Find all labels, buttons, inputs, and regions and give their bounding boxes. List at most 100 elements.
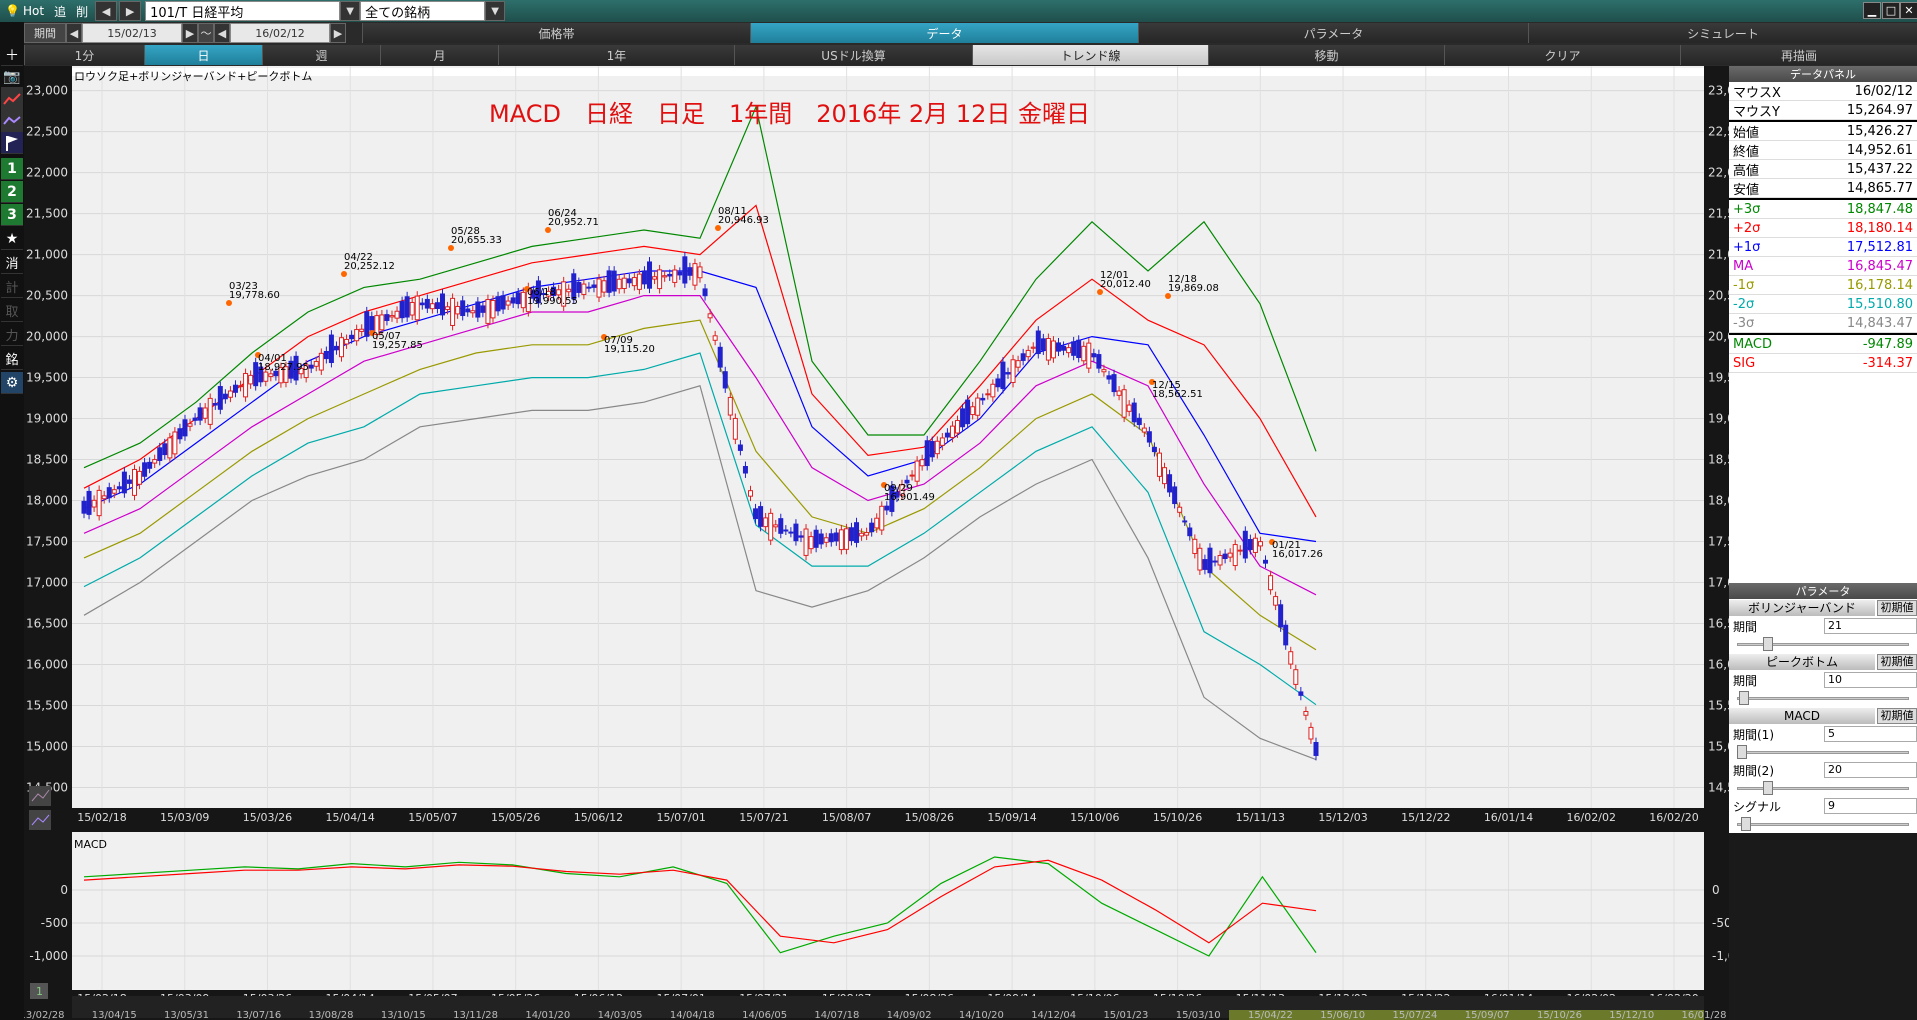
indicator-icon[interactable] bbox=[1, 110, 23, 132]
macd-p1-input[interactable]: 5 bbox=[1824, 726, 1917, 742]
date-from-field[interactable]: 15/02/13 bbox=[82, 23, 182, 43]
tab-usd[interactable]: USドル換算 bbox=[734, 45, 972, 65]
layout-1-button[interactable]: 1 bbox=[1, 158, 23, 180]
peak-value: 20,655.33 bbox=[451, 235, 502, 246]
delete-button[interactable]: 削 bbox=[71, 1, 93, 21]
layout-3-button[interactable]: 3 bbox=[1, 204, 23, 226]
candle-body bbox=[339, 337, 345, 358]
add-button[interactable]: 追 bbox=[49, 1, 71, 21]
symbol-select[interactable]: 101/T 日経平均 bbox=[145, 1, 341, 21]
tab-redraw[interactable]: 再描画 bbox=[1680, 45, 1917, 65]
camera-icon[interactable]: 📷 bbox=[1, 66, 23, 88]
symbol-icon[interactable]: 銘 bbox=[1, 348, 23, 370]
candle-body bbox=[1227, 552, 1233, 558]
chart-line-icon[interactable] bbox=[1, 88, 23, 110]
candle-body bbox=[758, 506, 764, 527]
macd-sig-input[interactable]: 9 bbox=[1824, 798, 1917, 814]
next-icon[interactable]: ▶ bbox=[182, 23, 198, 43]
pb-reset-button[interactable]: 初期値 bbox=[1877, 654, 1917, 670]
prev-icon[interactable]: ◀ bbox=[214, 23, 230, 43]
minimize-icon[interactable]: ▁ bbox=[1863, 2, 1881, 19]
candle-body bbox=[1263, 559, 1269, 564]
maximize-icon[interactable]: □ bbox=[1882, 2, 1900, 19]
price-plot[interactable] bbox=[72, 66, 1704, 808]
candle-body bbox=[944, 432, 950, 438]
bottom-value: 18,562.51 bbox=[1152, 389, 1203, 400]
pb-period-slider[interactable] bbox=[1729, 689, 1917, 707]
tab-parameter[interactable]: パラメータ bbox=[1138, 23, 1528, 43]
crosshair-icon[interactable]: ＋ bbox=[1, 44, 23, 66]
hot-button[interactable]: Hot bbox=[18, 1, 49, 21]
candle-body bbox=[232, 384, 238, 393]
tab-monthly[interactable]: 月 bbox=[380, 45, 498, 65]
candle-body bbox=[1131, 402, 1137, 423]
bulb-icon[interactable]: 💡 bbox=[0, 1, 20, 21]
flag-icon[interactable] bbox=[1, 132, 23, 154]
candle-body bbox=[480, 305, 486, 313]
navigator-date: 13/02/28 bbox=[24, 1010, 64, 1020]
candle-body bbox=[434, 302, 440, 309]
macd-sig-row: シグナル 9 bbox=[1729, 797, 1917, 815]
y-tick-label-right: 22,500 bbox=[1708, 125, 1729, 139]
x-tick-label: 16/02/20 bbox=[1649, 811, 1698, 824]
y-tick-label-right: 19,500 bbox=[1708, 371, 1729, 385]
candle-body bbox=[379, 314, 385, 331]
gear-icon[interactable]: ⚙ bbox=[1, 372, 23, 394]
star-icon[interactable]: ★ bbox=[1, 228, 23, 250]
candle-body bbox=[1126, 404, 1132, 412]
tab-1year[interactable]: 1年 bbox=[498, 45, 734, 65]
prev-icon[interactable]: ◀ bbox=[95, 1, 118, 21]
pb-period-input[interactable]: 10 bbox=[1824, 672, 1917, 688]
candle-body bbox=[167, 437, 173, 459]
candle-body bbox=[1212, 560, 1218, 563]
trade-icon[interactable]: 取 bbox=[1, 300, 23, 322]
candle-body bbox=[742, 466, 748, 474]
chevron-down-icon[interactable]: ▼ bbox=[485, 1, 506, 21]
y-tick-label: 21,500 bbox=[26, 207, 68, 221]
mouse-value: 16/02/12 bbox=[1854, 83, 1913, 99]
macd-sig-slider[interactable] bbox=[1729, 815, 1917, 833]
layout-2-button[interactable]: 2 bbox=[1, 181, 23, 203]
next-icon[interactable]: ▶ bbox=[119, 1, 142, 21]
tab-1min[interactable]: 1分 bbox=[24, 45, 144, 65]
filter-select[interactable]: 全ての銘柄 bbox=[360, 1, 486, 21]
macd-param-bar: MACD 初期値 bbox=[1729, 707, 1917, 725]
macd-p2-slider[interactable] bbox=[1729, 779, 1917, 797]
candle-body bbox=[1050, 340, 1056, 359]
tab-daily[interactable]: 日 bbox=[144, 45, 262, 65]
candle-body bbox=[248, 374, 254, 385]
prev-icon[interactable]: ◀ bbox=[66, 23, 82, 43]
power-icon[interactable]: 力 bbox=[1, 324, 23, 346]
date-to-field[interactable]: 16/02/12 bbox=[230, 23, 330, 43]
tab-move[interactable]: 移動 bbox=[1208, 45, 1444, 65]
next-icon[interactable]: ▶ bbox=[330, 23, 346, 43]
y-tick-label: 20,000 bbox=[26, 330, 68, 344]
macd-p1-slider[interactable] bbox=[1729, 743, 1917, 761]
macd-p2-input[interactable]: 20 bbox=[1824, 762, 1917, 778]
calc-icon[interactable]: 計 bbox=[1, 276, 23, 298]
tab-clear[interactable]: クリア bbox=[1444, 45, 1680, 65]
tab-data[interactable]: データ bbox=[750, 23, 1138, 43]
bb-period-input[interactable]: 21 bbox=[1824, 618, 1917, 634]
candle-body bbox=[848, 527, 854, 542]
x-tick-label: 15/10/06 bbox=[1070, 811, 1119, 824]
close-icon[interactable]: ✕ bbox=[1900, 2, 1917, 19]
tab-trendline[interactable]: トレンド線 bbox=[972, 45, 1208, 65]
y-tick-label-right: 23,000 bbox=[1708, 84, 1729, 98]
chart-area[interactable]: 03/2319,778.6004/2220,252.1205/2820,655.… bbox=[24, 66, 1729, 1020]
erase-icon[interactable]: 消 bbox=[1, 252, 23, 274]
tab-simulate[interactable]: シミュレート bbox=[1528, 23, 1917, 43]
tab-weekly[interactable]: 週 bbox=[262, 45, 380, 65]
macd-reset-button[interactable]: 初期値 bbox=[1877, 708, 1917, 724]
candle-body bbox=[131, 468, 137, 496]
navigator-date: 15/06/10 bbox=[1320, 1010, 1365, 1020]
bb-reset-button[interactable]: 初期値 bbox=[1877, 600, 1917, 616]
bb-period-slider[interactable] bbox=[1729, 635, 1917, 653]
candle-body bbox=[470, 310, 476, 314]
tab-price-zone[interactable]: 価格帯 bbox=[362, 23, 750, 43]
candle-body bbox=[843, 528, 849, 550]
chevron-down-icon[interactable]: ▼ bbox=[340, 1, 361, 21]
macd-plot[interactable] bbox=[72, 832, 1704, 990]
candle-body bbox=[753, 508, 759, 520]
band-row: +2σ 18,180.14 bbox=[1729, 219, 1917, 238]
